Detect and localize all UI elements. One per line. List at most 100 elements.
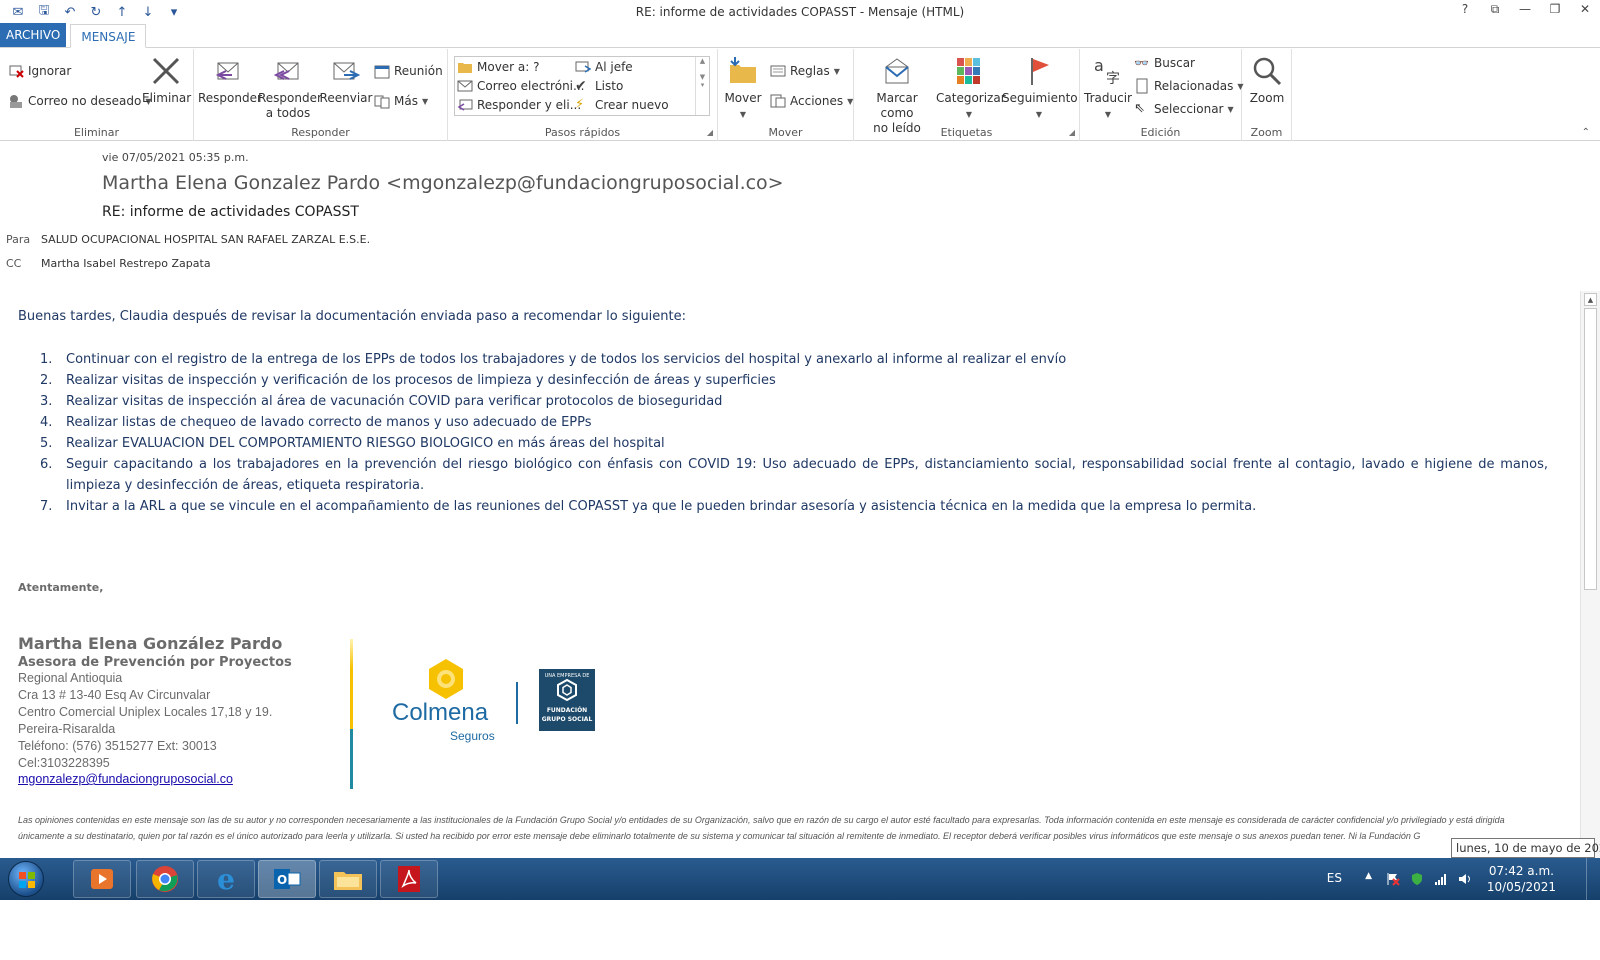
group-label-mover: Mover — [768, 126, 803, 139]
cc-recipient[interactable]: Martha Isabel Restrepo Zapata — [41, 257, 211, 270]
list-item: 2. Realizar visitas de inspección y verif… — [40, 373, 776, 388]
greeting-text: Buenas tardes, Claudia después de revisa… — [18, 309, 687, 324]
envelope-icon[interactable]: ✉ — [10, 5, 26, 20]
scroll-up-icon[interactable]: ▲ — [1584, 293, 1597, 306]
date-tooltip: lunes, 10 de mayo de 2021 — [1451, 838, 1600, 858]
undo-icon[interactable]: ↶ — [62, 5, 78, 20]
save-icon[interactable]: 🖫 — [36, 1, 52, 23]
quickstep-reply-delete[interactable]: Responder y eli... — [457, 97, 581, 113]
signature-line: Teléfono: (576) 3515277 Ext: 30013 — [18, 739, 217, 753]
group-label-zoom: Zoom — [1250, 126, 1283, 139]
taskbar-chrome[interactable] — [136, 860, 194, 898]
security-shield-icon[interactable] — [1410, 872, 1424, 886]
delete-button[interactable]: Eliminar — [142, 55, 191, 106]
magnifier-icon — [1253, 57, 1282, 86]
ribbon: Ignorar Correo no deseado ▼ Eliminar Eli… — [0, 49, 1600, 141]
close-button[interactable]: ✕ — [1578, 2, 1592, 17]
collapse-ribbon-icon[interactable]: ⌃ — [1582, 127, 1590, 138]
minimize-button[interactable]: — — [1518, 2, 1532, 17]
categorize-button[interactable]: Categorizar ▼ — [936, 55, 1006, 122]
more-respond-button[interactable]: Más ▼ — [374, 93, 428, 109]
followup-button[interactable]: Seguimiento ▼ — [1002, 55, 1078, 122]
translate-button[interactable]: a字 Traducir ▼ — [1084, 55, 1132, 122]
checkmark-icon: ✔ — [575, 78, 587, 94]
actions-button[interactable]: Acciones ▼ — [770, 93, 853, 109]
zoom-button[interactable]: Zoom — [1244, 55, 1290, 106]
group-zoom: Zoom Zoom — [1242, 49, 1292, 141]
lightning-icon: ⚡ — [575, 97, 585, 112]
logo-divider — [516, 682, 518, 724]
language-indicator[interactable]: ES — [1327, 871, 1342, 885]
tab-mensaje[interactable]: MENSAJE — [70, 24, 147, 48]
list-item: 3. Realizar visitas de inspección al área… — [40, 394, 723, 409]
network-signal-icon[interactable] — [1434, 872, 1448, 886]
colmena-hexagon-icon — [429, 659, 463, 699]
system-tray: ES ▲ 07:42 a.m. 10/05/2021 — [1280, 858, 1600, 900]
mark-unread-icon — [885, 58, 909, 84]
redo-icon[interactable]: ↻ — [88, 5, 104, 20]
message-scrollbar[interactable]: ▲ — [1580, 291, 1600, 858]
quickstep-email[interactable]: Correo electróni... — [457, 78, 584, 94]
quick-steps-scrollbar[interactable]: ▲ ▼ ▾ — [695, 57, 709, 115]
find-button[interactable]: 👓 Buscar — [1134, 55, 1195, 71]
signature-line: Regional Antioquia — [18, 671, 123, 685]
list-item: 1. Continuar con el registro de la entreg… — [40, 352, 1067, 367]
help-button[interactable]: ? — [1458, 2, 1472, 17]
tab-archivo[interactable]: ARCHIVO — [0, 23, 67, 47]
quickstep-boss[interactable]: Al jefe — [575, 59, 633, 75]
start-button[interactable] — [8, 861, 44, 897]
list-item: 5. Realizar EVALUACION DEL COMPORTAMIENTO… — [40, 436, 665, 451]
group-label-responder: Responder — [291, 126, 350, 139]
reply-delete-icon — [457, 99, 473, 111]
related-button[interactable]: Relacionadas ▼ — [1134, 78, 1243, 94]
to-recipient[interactable]: SALUD OCUPACIONAL HOSPITAL SAN RAFAEL ZA… — [41, 233, 370, 246]
taskbar-file-explorer[interactable] — [319, 860, 377, 898]
restore-button[interactable]: ❐ — [1548, 2, 1562, 17]
taskbar-internet-explorer[interactable]: e — [197, 860, 255, 898]
chevron-down-icon: ▼ — [1227, 104, 1234, 114]
taskbar-outlook[interactable]: O — [258, 860, 316, 898]
quickstep-done[interactable]: ✔ Listo — [575, 78, 623, 94]
quick-access-toolbar: ✉ 🖫 ↶ ↻ ↑ ↓ ▾ — [0, 1, 260, 23]
select-button[interactable]: ⇖ Seleccionar ▼ — [1134, 101, 1234, 117]
company-logo: Colmena Seguros UNA EMPRESA DE FUNDACIÓN… — [392, 657, 602, 747]
group-pasos-rapidos: Mover a: ? Correo electróni... Responder… — [448, 49, 718, 141]
quickstep-move-to[interactable]: Mover a: ? — [457, 59, 540, 75]
signature-line: Pereira-Risaralda — [18, 722, 116, 736]
taskbar-media-player[interactable] — [73, 860, 131, 898]
binoculars-icon: 👓 — [1134, 56, 1149, 70]
forward-button[interactable]: Reenviar — [318, 55, 374, 106]
sender-name[interactable]: Martha Elena Gonzalez Pardo <mgonzalezp@… — [102, 172, 784, 194]
show-hidden-icons-icon[interactable]: ▲ — [1365, 871, 1372, 881]
reply-button[interactable]: Responder — [198, 55, 262, 106]
media-player-icon — [91, 869, 113, 889]
signature-divider — [350, 639, 353, 789]
rules-button[interactable]: Reglas ▼ — [770, 63, 840, 79]
mark-unread-button[interactable]: Marcar como no leído — [858, 55, 936, 136]
customize-qat-icon[interactable]: ▾ — [166, 5, 182, 20]
flag-icon — [1031, 58, 1049, 85]
next-item-icon[interactable]: ↓ — [140, 5, 156, 20]
quickstep-create[interactable]: ⚡ Crear nuevo — [575, 97, 669, 113]
taskbar-clock[interactable]: 07:42 a.m. 10/05/2021 — [1487, 863, 1556, 895]
meeting-button[interactable]: Reunión — [374, 63, 443, 79]
junk-button[interactable]: Correo no deseado ▼ — [8, 93, 152, 109]
taskbar-acrobat[interactable] — [380, 860, 438, 898]
ribbon-display-button[interactable]: ⧉ — [1488, 2, 1502, 17]
move-button[interactable]: Mover ▼ — [722, 55, 764, 122]
message-header: vie 07/05/2021 05:35 p.m. Martha Elena G… — [0, 141, 1600, 281]
show-desktop-button[interactable] — [1586, 858, 1600, 900]
list-item: 4. Realizar listas de chequeo de lavado c… — [40, 415, 592, 430]
signature-email-link[interactable]: mgonzalezp@fundaciongruposocial.co — [18, 772, 292, 786]
scroll-thumb[interactable] — [1584, 308, 1597, 590]
action-center-flag-icon[interactable] — [1386, 872, 1400, 886]
reply-all-button[interactable]: Responder a todos — [258, 55, 322, 121]
volume-icon[interactable] — [1458, 872, 1472, 886]
related-icon — [1136, 78, 1148, 94]
ignore-button[interactable]: Ignorar — [8, 63, 71, 79]
chevron-down-icon: ▼ — [421, 96, 429, 106]
previous-item-icon[interactable]: ↑ — [114, 5, 130, 20]
categorize-icon — [957, 58, 980, 84]
ie-icon: e — [217, 862, 235, 896]
to-label: Para — [6, 233, 31, 246]
